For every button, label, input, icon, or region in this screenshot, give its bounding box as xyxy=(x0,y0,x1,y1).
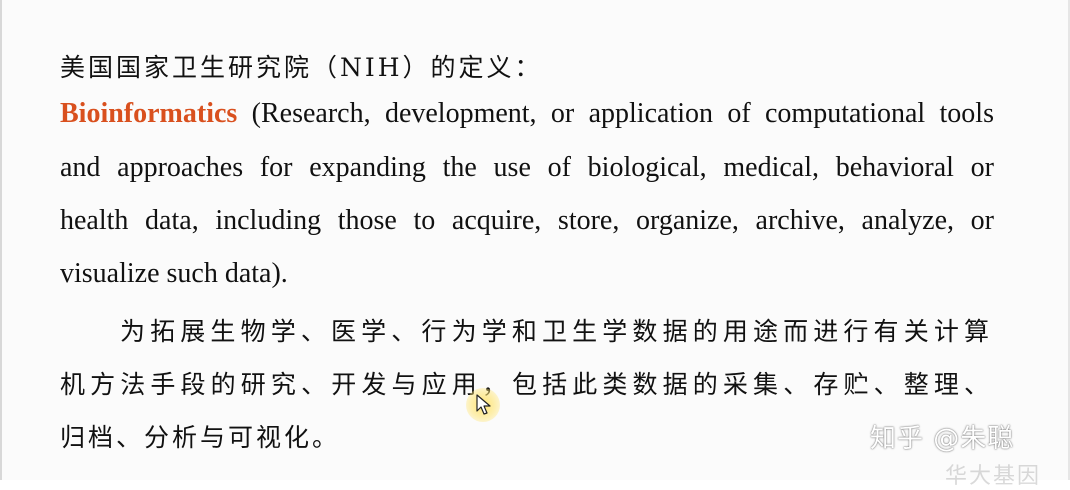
definition-line-3: health data, including those to acquire,… xyxy=(60,205,994,236)
definition-line-1-rest: (Research, development, or application o… xyxy=(237,98,994,129)
translation-line-3: 归档、分析与可视化。 xyxy=(60,423,341,452)
keyword-bioinformatics: Bioinformatics xyxy=(60,98,238,129)
definition-line-4: visualize such data). xyxy=(60,258,288,289)
corner-logo-fragment: 华大基因 xyxy=(945,464,1042,489)
mouse-pointer-icon xyxy=(476,394,491,415)
definition-line-2: and approaches for expanding the use of … xyxy=(60,152,994,183)
slide: 美国国家卫生研究院（NIH）的定义： Bioinformatics (Resea… xyxy=(0,0,1070,489)
watermark: 知乎 @朱聪 xyxy=(870,424,1015,454)
translation-line-2: 机方法手段的研究、开发与应用，包括此类数据的采集、存贮、整理、 xyxy=(60,370,992,399)
slide-heading: 美国国家卫生研究院（NIH）的定义： xyxy=(60,53,543,82)
translation-line-1: 为拓展生物学、医学、行为学和卫生学数据的用途而进行有关计算 xyxy=(120,317,992,346)
definition-line-1: Bioinformatics (Research, development, o… xyxy=(60,98,994,130)
